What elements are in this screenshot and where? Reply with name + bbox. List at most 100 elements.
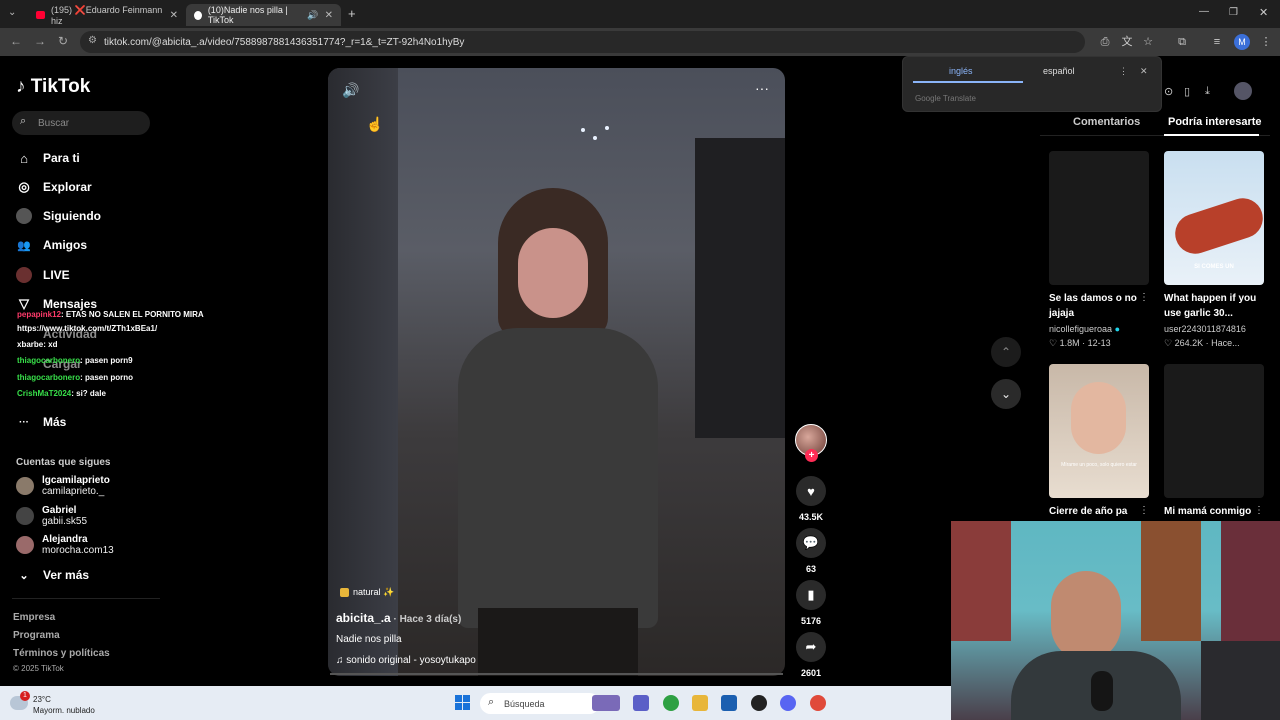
nav-mas[interactable]: ··· Más <box>16 412 66 432</box>
card-more-icon[interactable]: ⋮ <box>1254 505 1264 516</box>
video-sound[interactable]: ♫ sonido original - yosoytukapo <box>336 655 476 666</box>
nav-explorar[interactable]: ◎ Explorar <box>16 177 91 197</box>
os-taskbar: 1 23°C Mayorm. nublado ⌕ Búsqueda <box>0 686 951 720</box>
search-input[interactable]: ⌕ Buscar <box>12 111 150 135</box>
minimize-button[interactable]: — <box>1199 6 1209 17</box>
following-account[interactable]: lgcamilaprieto camilaprieto._ <box>16 475 110 497</box>
following-icon <box>16 208 32 224</box>
app-icon[interactable] <box>751 695 767 711</box>
like-action[interactable]: ♥ 43.5K <box>796 476 826 522</box>
nav-amigos[interactable]: 👥 Amigos <box>16 235 87 255</box>
taskbar-search-label: Búsqueda <box>504 698 545 709</box>
video-subject <box>438 188 698 676</box>
video-thumbnail[interactable]: SI COMES UN <box>1164 151 1264 285</box>
save-count: 5176 <box>800 616 822 626</box>
video-author[interactable]: abicita_.a · Hace 3 día(s) <box>336 611 461 625</box>
new-tab-button[interactable]: + <box>348 6 356 21</box>
save-action[interactable]: ▮ 5176 <box>796 580 826 626</box>
close-tab-icon[interactable]: ✕ <box>170 10 178 21</box>
windows-start-icon[interactable] <box>455 695 471 711</box>
widgets-icon[interactable] <box>592 695 620 711</box>
store-icon[interactable] <box>721 695 737 711</box>
phone-icon[interactable]: ▯ <box>1184 85 1190 98</box>
forward-icon[interactable]: → <box>34 34 46 48</box>
following-account[interactable]: Alejandra morocha.com13 <box>16 534 114 556</box>
card-user[interactable]: user2243011874816 <box>1164 324 1246 334</box>
share-icon[interactable]: ➦ <box>796 632 826 662</box>
tab-comentarios[interactable]: Comentarios <box>1073 116 1140 128</box>
maximize-button[interactable]: ❐ <box>1229 7 1238 18</box>
site-info-icon[interactable]: ⚙ <box>88 35 97 46</box>
card-more-icon[interactable]: ⋮ <box>1139 505 1149 516</box>
video-more-icon[interactable]: ··· <box>755 80 769 96</box>
address-bar[interactable]: ⚙ tiktok.com/@abicita_.a/video/758898788… <box>80 31 1085 53</box>
footer-link[interactable]: Empresa <box>13 612 55 623</box>
next-video-button[interactable]: ⌄ <box>991 379 1021 409</box>
video-tag[interactable]: natural ✨ <box>340 587 394 598</box>
download-icon[interactable]: ⤓ <box>1205 85 1210 98</box>
app-icon[interactable] <box>810 695 826 711</box>
heart-icon[interactable]: ♥ <box>796 476 826 506</box>
extensions-icon[interactable]: ⧉ <box>1174 34 1190 50</box>
card-more-icon[interactable]: ⋮ <box>1139 292 1149 303</box>
video-thumbnail[interactable] <box>1164 364 1264 498</box>
volume-icon[interactable]: 🔊 <box>342 82 359 99</box>
music-note-icon: ♫ <box>336 655 347 666</box>
user-avatar[interactable] <box>1234 82 1252 100</box>
thumbnail-caption: Mírame un poco, solo quiero estar <box>1061 462 1137 468</box>
following-account[interactable]: Gabriel gabii.sk55 <box>16 505 87 527</box>
nav-siguiendo[interactable]: Siguiendo <box>16 206 101 226</box>
close-window-button[interactable]: ✕ <box>1259 6 1268 19</box>
comment-icon[interactable]: 💬 <box>796 528 826 558</box>
card-user[interactable]: nicollefigueroaa ● <box>1049 324 1120 334</box>
file-explorer-icon[interactable] <box>692 695 708 711</box>
teams-icon[interactable] <box>633 695 649 711</box>
reading-list-icon[interactable]: ≡ <box>1209 34 1225 50</box>
video-thumbnail[interactable]: Mírame un poco, solo quiero estar <box>1049 364 1149 498</box>
card-title[interactable]: Mi mamá conmigo <box>1164 504 1264 519</box>
tab-podria-interesarte[interactable]: Podría interesarte <box>1168 116 1262 128</box>
previous-video-button[interactable]: ⌃ <box>991 337 1021 367</box>
translate-source-lang[interactable]: inglés <box>949 66 973 76</box>
video-player[interactable] <box>328 68 785 676</box>
bookmark-star-icon[interactable]: ☆ <box>1140 34 1156 50</box>
nav-label: Más <box>43 415 67 429</box>
panel-icon[interactable]: ⊙ <box>1164 85 1173 98</box>
active-tab-underline <box>1164 134 1259 136</box>
video-thumbnail[interactable] <box>1049 151 1149 285</box>
audio-icon[interactable]: 🔊 <box>307 10 318 21</box>
tab-youtube[interactable]: (195) ❌Eduardo Feinmann hiz ✕ <box>28 4 186 26</box>
profile-avatar[interactable]: M <box>1234 34 1250 50</box>
discord-icon[interactable] <box>780 695 796 711</box>
bookmark-icon[interactable]: ▮ <box>796 580 826 610</box>
translate-menu-icon[interactable]: ⋮ <box>1119 66 1128 77</box>
follow-plus-icon[interactable]: + <box>805 449 818 462</box>
nav-live[interactable]: LIVE <box>16 265 70 285</box>
tiktok-favicon <box>194 10 202 20</box>
card-title[interactable]: What happen if you use garlic 30... <box>1164 291 1264 321</box>
see-more-button[interactable]: ⌄ Ver más <box>16 565 89 585</box>
taskbar-search[interactable]: ⌕ Búsqueda <box>480 693 600 714</box>
chrome-icon[interactable] <box>663 695 679 711</box>
reload-icon[interactable]: ↻ <box>58 34 68 48</box>
footer-link[interactable]: Programa <box>13 630 60 641</box>
tab-list-icon[interactable]: ⌄ <box>8 7 16 18</box>
card-title[interactable]: Se las damos o no jajaja <box>1049 291 1149 321</box>
nav-para-ti[interactable]: ⌂ Para ti <box>16 148 80 168</box>
browser-menu-icon[interactable]: ⋮ <box>1258 34 1274 50</box>
back-icon[interactable]: ← <box>10 34 22 48</box>
translate-icon[interactable]: 文 <box>1119 34 1135 50</box>
tab-tiktok[interactable]: (10)Nadie nos pilla | TikTok 🔊 ✕ <box>186 4 341 26</box>
share-action[interactable]: ➦ 2601 <box>796 632 826 678</box>
verified-icon: ● <box>1114 324 1120 334</box>
video-progress-bar[interactable] <box>330 673 783 675</box>
footer-link[interactable]: Términos y políticas <box>13 648 110 659</box>
close-tab-icon[interactable]: ✕ <box>325 10 333 21</box>
tiktok-logo[interactable]: ♪ TikTok <box>16 76 90 98</box>
card-title[interactable]: Cierre de año pa <box>1049 504 1149 519</box>
comment-action[interactable]: 💬 63 <box>796 528 826 574</box>
weather-widget[interactable]: 23°C Mayorm. nublado <box>33 694 95 716</box>
translate-close-icon[interactable]: ✕ <box>1140 66 1148 77</box>
install-icon[interactable]: ⎙ <box>1097 34 1113 50</box>
translate-target-lang[interactable]: español <box>1043 66 1075 76</box>
